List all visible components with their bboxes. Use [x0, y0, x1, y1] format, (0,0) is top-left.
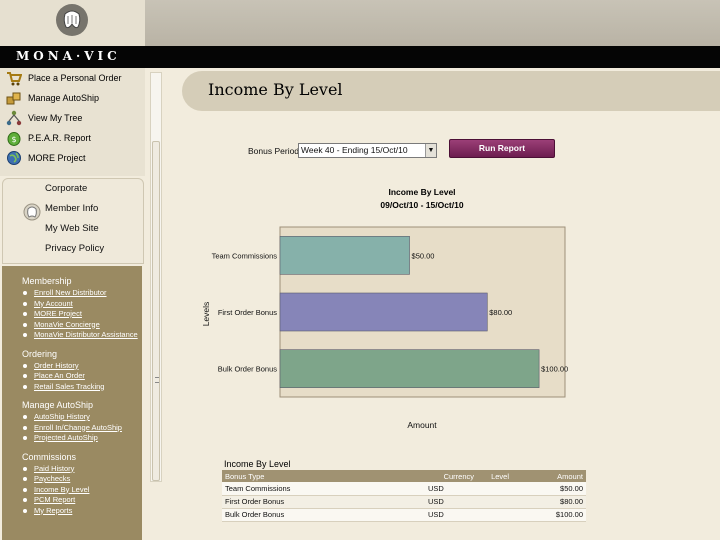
sidebar-item-place-order[interactable]: Place a Personal Order: [0, 68, 145, 88]
cell-currency: USD: [425, 508, 477, 522]
table-row: Team Commissions USD $50.00: [222, 482, 586, 496]
cell-currency: USD: [425, 482, 477, 496]
link-monavie-concierge[interactable]: MonaVie Concierge: [20, 320, 142, 331]
link-paychecks[interactable]: Paychecks: [20, 474, 142, 485]
sidebar-item-label: P.E.A.R. Report: [28, 133, 91, 143]
cell-amount: $80.00: [512, 495, 586, 509]
section-title-ordering: Ordering: [22, 348, 58, 359]
svg-text:$: $: [11, 135, 16, 144]
section-title-manage-autoship: Manage AutoShip: [22, 400, 94, 410]
link-income-by-level[interactable]: Income By Level: [20, 485, 142, 496]
run-report-button[interactable]: Run Report: [449, 139, 555, 158]
value-label: $80.00: [489, 308, 512, 317]
bonus-period-select[interactable]: Week 40 - Ending 15/Oct/10 ▼: [298, 143, 437, 158]
cell-currency: USD: [425, 495, 477, 509]
logo-icon: [56, 4, 88, 36]
page-title-bar: Income By Level: [182, 71, 720, 111]
category-label: Team Commissions: [212, 251, 278, 260]
sidebar-main-menu: Place a Personal Order Manage AutoShip V…: [0, 68, 145, 176]
table-row: First Order Bonus USD $80.00: [222, 495, 586, 509]
link-pcm-report[interactable]: PCM Report: [20, 495, 142, 506]
boxes-icon: [6, 90, 22, 106]
sidebar-item-label: MORE Project: [28, 153, 86, 163]
cell-level: [477, 482, 512, 496]
income-table: Bonus Type Currency Level Amount Team Co…: [222, 470, 586, 522]
link-place-an-order[interactable]: Place An Order: [20, 371, 142, 382]
cell-level: [477, 508, 512, 522]
link-more-project[interactable]: MORE Project: [20, 309, 142, 320]
value-label: $50.00: [412, 251, 435, 260]
cell-amount: $50.00: [512, 482, 586, 496]
chart-subtitle: 09/Oct/10 - 15/Oct/10: [380, 200, 464, 210]
link-paid-history[interactable]: Paid History: [20, 464, 142, 475]
sidebar-item-label: View My Tree: [28, 113, 83, 123]
table-title: Income By Level: [224, 459, 291, 469]
sidebar-item-more-project[interactable]: MORE Project: [0, 148, 145, 168]
income-by-level-chart: Team Commissions $50.00 First Order Bonus $…: [201, 226, 568, 430]
bar: [279, 349, 540, 388]
category-label: Bulk Order Bonus: [218, 365, 277, 374]
column-header-bonus-type: Bonus Type: [222, 470, 425, 482]
link-my-reports[interactable]: My Reports: [20, 506, 142, 517]
tree-icon: [6, 110, 22, 126]
sidebar-item-privacy-policy[interactable]: Privacy Policy: [3, 239, 143, 259]
scrollbar-grip-icon: [155, 377, 159, 383]
cell-bonus-type: Bulk Order Bonus: [222, 508, 425, 522]
link-retail-sales-tracking[interactable]: Retail Sales Tracking: [20, 382, 142, 393]
value-label: $100.00: [541, 365, 568, 374]
brand-bar: MONA·VIC: [0, 46, 720, 68]
chart-title: Income By Level: [388, 187, 456, 197]
sidebar-item-pear-report[interactable]: $ P.E.A.R. Report: [0, 128, 145, 148]
page-title: Income By Level: [208, 80, 343, 99]
link-autoship-history[interactable]: AutoShip History: [20, 412, 142, 423]
cell-amount: $100.00: [512, 508, 586, 522]
cart-icon: [6, 70, 22, 86]
column-header-currency: Currency: [425, 470, 477, 482]
sidebar-item-label: Manage AutoShip: [28, 93, 100, 103]
cell-bonus-type: First Order Bonus: [222, 495, 425, 509]
link-enroll-change-autoship[interactable]: Enroll In/Change AutoShip: [20, 423, 142, 434]
sidebar-item-my-web-site[interactable]: My Web Site: [3, 219, 143, 239]
globe-icon: [6, 150, 22, 166]
cell-level: [477, 495, 512, 509]
link-projected-autoship[interactable]: Projected AutoShip: [20, 433, 142, 444]
x-axis-label: Amount: [407, 420, 437, 430]
table-row: Bulk Order Bonus USD $100.00: [222, 508, 586, 522]
y-axis-label: Levels: [201, 302, 211, 327]
link-distributor-assistance[interactable]: MonaVie Distributor Assistance: [20, 330, 142, 341]
bar: [279, 292, 488, 332]
chevron-down-icon[interactable]: ▼: [425, 144, 436, 157]
column-header-amount: Amount: [512, 470, 586, 482]
column-header-level: Level: [477, 470, 512, 482]
category-label: First Order Bonus: [218, 308, 277, 317]
link-my-account[interactable]: My Account: [20, 299, 142, 310]
bar: [279, 236, 410, 275]
bonus-period-value: Week 40 - Ending 15/Oct/10: [301, 145, 408, 155]
section-title-membership: Membership: [22, 276, 72, 286]
cell-bonus-type: Team Commissions: [222, 482, 425, 496]
logo-area: [0, 0, 145, 46]
bonus-period-label: Bonus Period:: [248, 146, 302, 156]
sidebar-item-manage-autoship[interactable]: Manage AutoShip: [0, 88, 145, 108]
sidebar-item-label: Place a Personal Order: [28, 73, 122, 83]
link-enroll-new-distributor[interactable]: Enroll New Distributor: [20, 288, 142, 299]
sidebar-scrollbar[interactable]: [150, 72, 162, 482]
section-title-commissions: Commissions: [22, 451, 77, 462]
sidebar-links-panel: Membership Enroll New Distributor My Acc…: [2, 266, 142, 540]
table-header-row: Bonus Type Currency Level Amount: [222, 470, 586, 482]
sidebar-item-view-tree[interactable]: View My Tree: [0, 108, 145, 128]
brand-name: MONA·VIC: [16, 49, 121, 63]
link-order-history[interactable]: Order History: [20, 361, 142, 372]
report-icon: $: [6, 130, 22, 146]
